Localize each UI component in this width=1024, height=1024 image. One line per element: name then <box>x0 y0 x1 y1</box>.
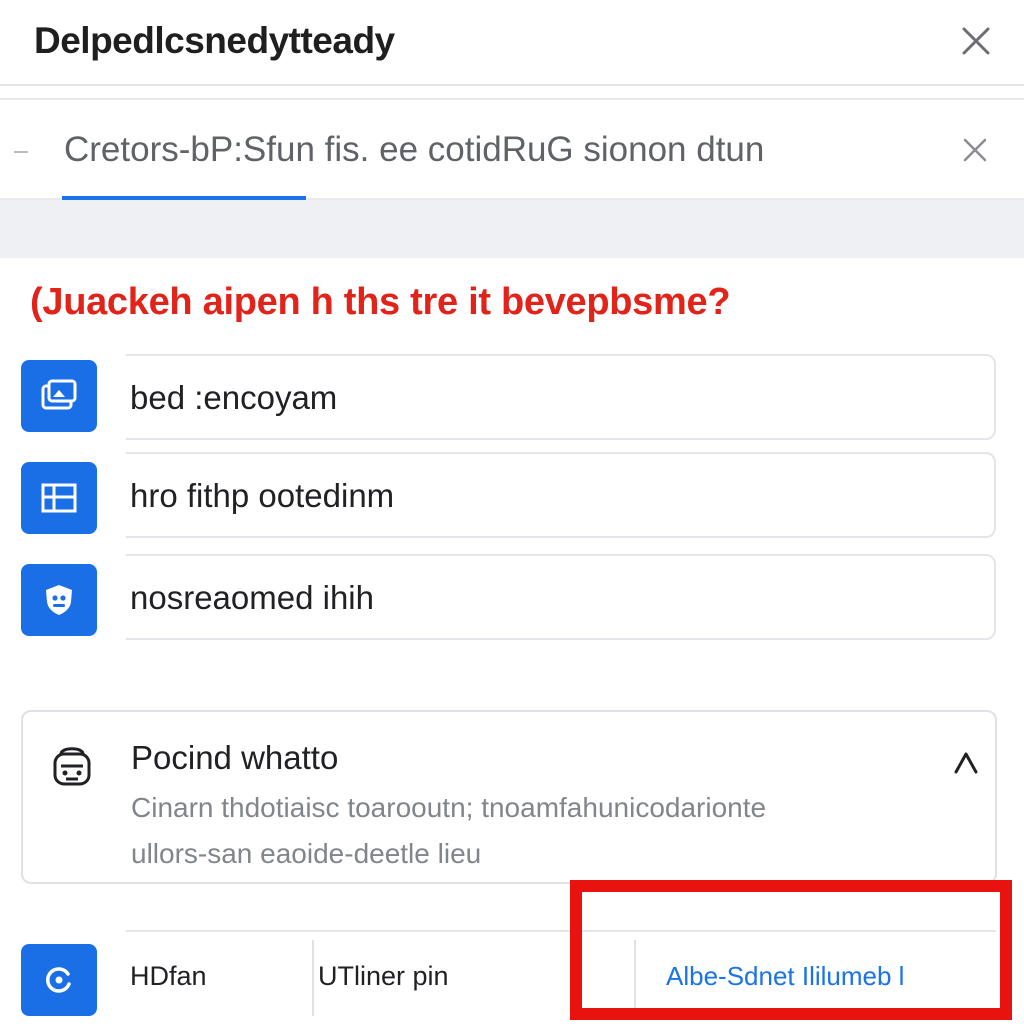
info-card-description-line1: Cinarn thdotiaisc toarooutn; tnoamfahuni… <box>131 792 767 823</box>
close-icon <box>962 27 990 55</box>
shield-icon <box>46 585 72 615</box>
refresh-icon <box>46 967 71 993</box>
folder-image-icon <box>41 379 77 410</box>
option-1-card[interactable]: bed :encoyam <box>126 354 996 440</box>
option-3-label: nosreaomed ihih <box>130 579 374 616</box>
option-1-label: bed :encoyam <box>130 379 338 416</box>
option-3-card[interactable]: nosreaomed ihih <box>126 554 996 640</box>
close-icon <box>963 138 987 162</box>
window-close-button[interactable] <box>956 21 996 61</box>
bottom-cell-1[interactable]: HDfan <box>130 956 207 996</box>
option-3-icon-button[interactable] <box>21 564 97 636</box>
bottom-cell-2[interactable]: UTliner pin <box>318 956 449 996</box>
clear-search-button[interactable] <box>955 130 995 170</box>
chevron-up-icon[interactable] <box>951 748 981 778</box>
section-divider-band <box>0 200 1024 258</box>
option-2-icon-button[interactable] <box>21 462 97 534</box>
option-2-label: hro fithp ootedinm <box>130 477 395 514</box>
bottom-action-icon-button[interactable] <box>21 944 97 1016</box>
option-2-card[interactable]: hro fithp ootedinm <box>126 452 996 538</box>
divider <box>634 940 636 1016</box>
search-tab-bar: Cretors-bP:Sfun fis. ee cotidRuG sionon … <box>0 98 1024 200</box>
info-card[interactable]: Pocind whatto Cinarn thdotiaisc toaroout… <box>21 710 997 884</box>
back-dash-icon[interactable] <box>14 151 28 153</box>
option-1-icon-button[interactable] <box>21 360 97 432</box>
search-tab-label[interactable]: Cretors-bP:Sfun fis. ee cotidRuG sionon … <box>64 126 764 174</box>
dialog-window: Delpedlcsnedytteady Cretors-bP:Sfun fis.… <box>0 0 1024 1024</box>
divider <box>312 940 314 1016</box>
title-bar: Delpedlcsnedytteady <box>0 0 1024 86</box>
bottom-action-link[interactable]: Albe-Sdnet Ililumeb l <box>666 956 904 996</box>
robot-icon <box>53 747 91 786</box>
bottom-action-row: HDfan UTliner pin Albe-Sdnet Ililumeb l <box>126 930 996 1024</box>
info-card-description-line2: ullors-san eaoide-deetle lieu <box>131 838 482 869</box>
window-title: Delpedlcsnedytteady <box>34 20 395 61</box>
question-heading: (Juackeh aipen h ths tre it bevepbsme? <box>30 281 731 323</box>
info-card-title: Pocind whatto <box>131 739 339 776</box>
list-icon <box>41 483 77 513</box>
